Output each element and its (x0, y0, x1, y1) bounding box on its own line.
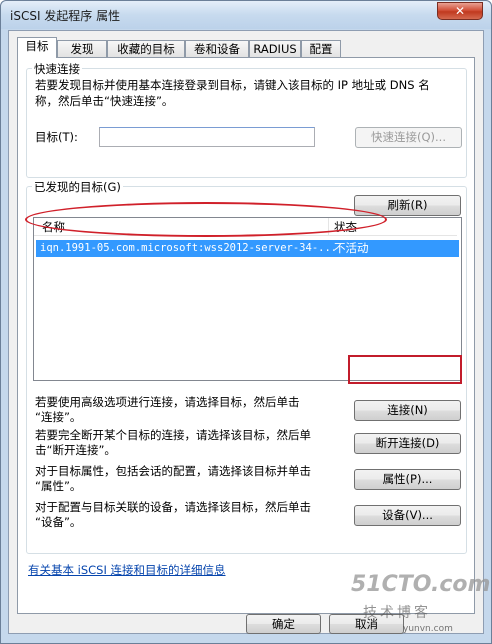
properties-button-label: 属性(P)... (382, 472, 433, 486)
tab-discovery[interactable]: 发现 (57, 40, 107, 57)
refresh-button[interactable]: 刷新(R) (354, 195, 461, 216)
quick-connect-button-label: 快速连接(Q)... (371, 130, 446, 144)
connect-button-label: 连接(N) (387, 403, 428, 417)
properties-button[interactable]: 属性(P)... (354, 469, 461, 490)
help-link[interactable]: 有关基本 iSCSI 连接和目标的详细信息 (28, 562, 226, 578)
table-row[interactable]: iqn.1991-05.com.microsoft:wss2012-server… (36, 240, 459, 257)
column-separator[interactable] (328, 218, 329, 235)
tab-configuration[interactable]: 配置 (301, 40, 341, 57)
column-header-status[interactable]: 状态 (334, 219, 357, 235)
target-input[interactable] (99, 127, 315, 147)
quick-connect-title: 快速连接 (32, 61, 82, 77)
devices-description-1: 对于配置与目标关联的设备，请选择该目标，然后单击 (35, 500, 311, 514)
disconnect-description-2: 击“断开连接”。 (35, 443, 116, 457)
ok-button-label: 确定 (272, 617, 295, 631)
targets-list-header: 名称 状态 (34, 218, 457, 236)
tab-panel-targets: 快速连接 若要发现目标并使用基本连接登录到目标，请键入该目标的 IP 地址或 D… (17, 57, 475, 614)
disconnect-button[interactable]: 断开连接(D) (354, 433, 461, 454)
tab-radius[interactable]: RADIUS (249, 40, 301, 57)
dialog-client-area: 目标 发现 收藏的目标 卷和设备 RADIUS 配置 快速连接 若要发现目标并使… (8, 30, 484, 634)
target-name-cell: iqn.1991-05.com.microsoft:wss2012-server… (40, 242, 338, 254)
connect-button[interactable]: 连接(N) (354, 400, 461, 421)
cancel-button-label: 取消 (355, 617, 378, 631)
cancel-button[interactable]: 取消 (329, 614, 404, 634)
refresh-button-label: 刷新(R) (387, 198, 428, 212)
tab-label: 卷和设备 (194, 42, 240, 56)
dialog-window: iSCSI 发起程序 属性 ✕ 目标 发现 收藏的目标 卷和设备 RADIUS … (0, 0, 492, 644)
quick-connect-description-2: 称，然后单击“快速连接”。 (35, 94, 174, 108)
tab-favorite-targets[interactable]: 收藏的目标 (107, 40, 185, 57)
connect-description-2: “连接”。 (35, 410, 82, 424)
disconnect-button-label: 断开连接(D) (375, 436, 440, 450)
close-button[interactable]: ✕ (437, 2, 483, 20)
column-header-name[interactable]: 名称 (42, 219, 65, 235)
close-icon: ✕ (454, 4, 466, 18)
properties-description-1: 对于目标属性，包括会话的配置，请选择该目标并单击 (35, 464, 311, 478)
tab-label: 目标 (25, 39, 49, 53)
tab-label: 收藏的目标 (117, 42, 175, 56)
tab-label: RADIUS (253, 42, 297, 56)
tab-targets[interactable]: 目标 (17, 37, 57, 58)
devices-button-label: 设备(V)... (382, 508, 433, 522)
connect-description-1: 若要使用高级选项进行连接，请选择目标，然后单击 (35, 395, 300, 409)
devices-button[interactable]: 设备(V)... (354, 505, 461, 526)
targets-list[interactable]: 名称 状态 iqn.1991-05.com.microsoft:wss2012-… (33, 217, 462, 381)
target-status-cell: 不活动 (334, 241, 369, 255)
discovered-targets-title: 已发现的目标(G) (32, 179, 123, 195)
devices-description-2: “设备”。 (35, 515, 82, 529)
title-bar[interactable]: iSCSI 发起程序 属性 ✕ (1, 1, 491, 29)
tab-volumes-devices[interactable]: 卷和设备 (185, 40, 249, 57)
quick-connect-description-1: 若要发现目标并使用基本连接登录到目标，请键入该目标的 IP 地址或 DNS 名 (35, 78, 430, 92)
discovered-targets-group: 已发现的目标(G) 刷新(R) 名称 状态 iqn.1991-05.com.mi… (26, 179, 467, 554)
disconnect-description-1: 若要完全断开某个目标的连接，请选择该目标，然后单 (35, 428, 311, 442)
tab-label: 发现 (70, 42, 94, 56)
quick-connect-group: 快速连接 若要发现目标并使用基本连接登录到目标，请键入该目标的 IP 地址或 D… (26, 61, 467, 178)
quick-connect-button[interactable]: 快速连接(Q)... (355, 127, 462, 148)
window-title: iSCSI 发起程序 属性 (10, 9, 121, 23)
target-label: 目标(T): (35, 130, 78, 144)
tab-label: 配置 (309, 42, 333, 56)
properties-description-2: “属性”。 (35, 479, 82, 493)
ok-button[interactable]: 确定 (246, 614, 321, 634)
